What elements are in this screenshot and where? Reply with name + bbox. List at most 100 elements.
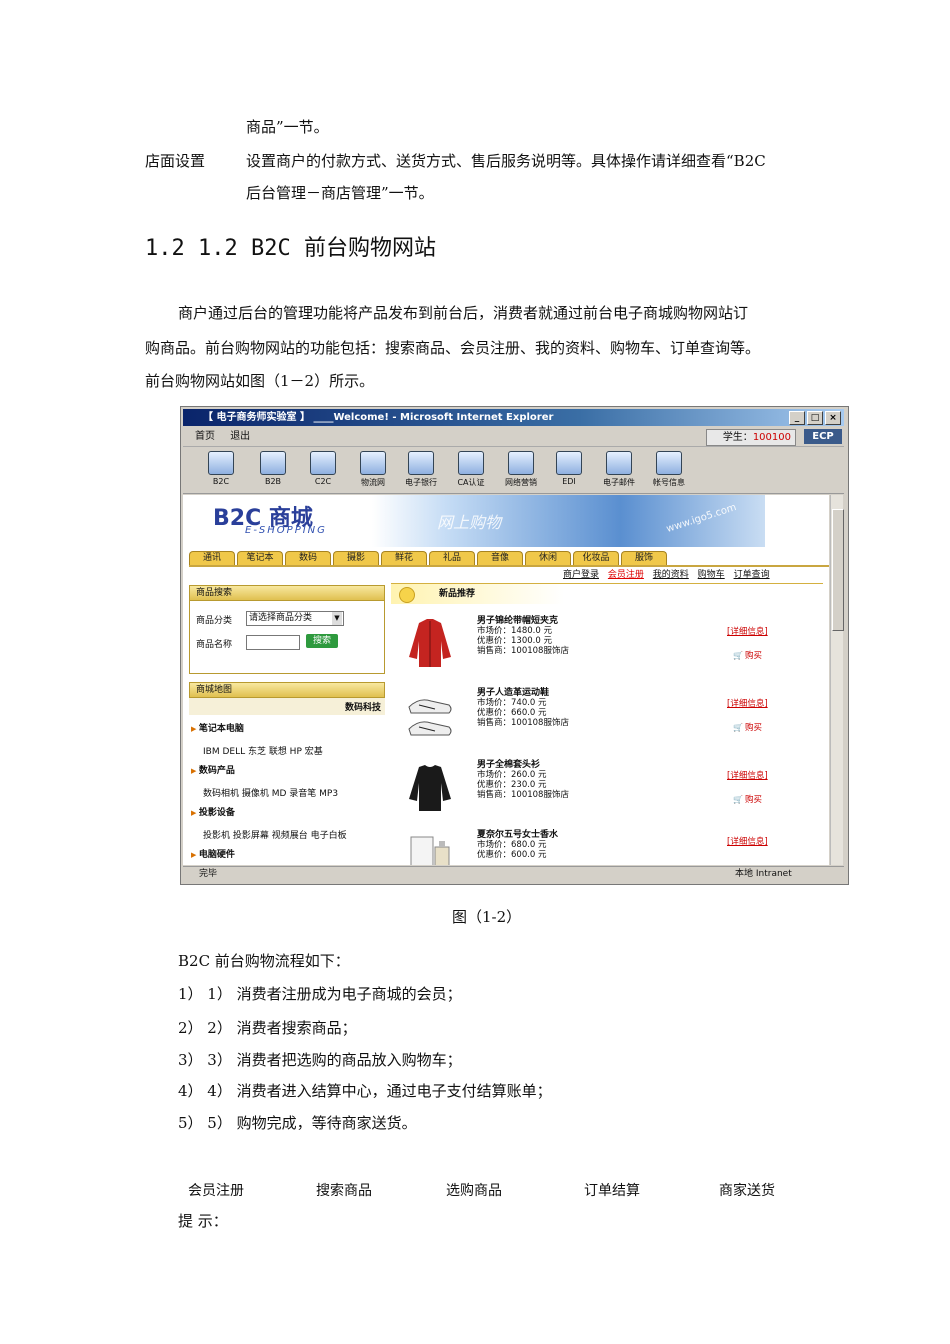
paragraph-line: 购商品。前台购物网站的功能包括：搜索商品、会员注册、我的资料、购物车、订单查询等… [145,339,761,357]
tool-logistics[interactable]: 物流网 [353,451,393,488]
tool-marketing[interactable]: 网络营销 [501,451,541,488]
minimize-button[interactable]: _ [789,411,805,425]
tab-category[interactable]: 摄影 [333,551,379,565]
flow-step: 订单结算 [584,1183,640,1199]
student-id: 100100 [752,432,791,443]
tab-category[interactable]: 数码 [285,551,331,565]
product-seller: 销售商：100108服饰店 [477,646,569,656]
menu-exit[interactable]: 退出 [230,431,250,442]
tab-category[interactable]: 鲜花 [381,551,427,565]
c2c-icon [310,451,336,475]
scroll-thumb[interactable] [832,509,844,631]
menu-home[interactable]: 首页 [195,431,215,442]
detail-link[interactable]: [详细信息] [727,835,768,847]
member-register-link[interactable]: 会员注册 [608,570,644,580]
step-item: 5） 5） 购物完成，等待商家送货。 [178,1114,417,1132]
product-seller: 销售商：100108服饰店 [477,790,569,800]
tool-ebank[interactable]: 电子银行 [401,451,441,488]
network-icon [508,451,534,475]
tool-c2c[interactable]: C2C [303,451,343,486]
tool-ca[interactable]: CA认证 [451,451,491,488]
edi-icon [556,451,582,475]
tool-b2c[interactable]: B2C [201,451,241,486]
map-section-head[interactable]: 投影设备 [191,805,385,818]
product-item: 男子人造革运动鞋 市场价：740.0 元 优惠价：660.0 元 销售商：100… [391,685,823,755]
buy-link[interactable]: 购买 [733,721,762,733]
cart-link[interactable]: 购物车 [698,570,725,580]
b2b-icon [260,451,286,475]
intro-line: 后台管理－商店管理”一节。 [246,184,434,202]
map-section-links[interactable]: 投影机 投影屏幕 视频展台 电子白板 [203,828,385,841]
category-select[interactable]: 请选择商品分类 [246,611,344,626]
flow-step: 选购商品 [446,1183,502,1199]
window-title: 【 电子商务师实验室 】 ____Welcome! - Microsoft In… [203,412,554,423]
tool-account[interactable]: 帐号信息 [649,451,689,488]
flow-title: B2C 前台购物流程如下： [178,952,350,970]
detail-link[interactable]: [详细信息] [727,769,768,781]
detail-link[interactable]: [详细信息] [727,625,768,637]
tool-b2b[interactable]: B2B [253,451,293,486]
search-panel-title: 商品搜索 [189,585,385,601]
map-section-head[interactable]: 数码产品 [191,763,385,776]
vertical-scrollbar[interactable] [830,495,844,865]
paragraph-line: 前台购物网站如图（1－2）所示。 [145,372,375,390]
map-section-head[interactable]: 笔记本电脑 [191,721,385,734]
figure-caption: 图（1-2） [452,908,522,926]
product-item: 夏奈尔五号女士香水 市场价：680.0 元 优惠价：600.0 元 [详细信息] [391,827,823,865]
category-tabs: 通讯 笔记本 数码 摄影 鲜花 礼品 音像 休闲 化妆品 服饰 [189,551,829,567]
tool-email[interactable]: 电子邮件 [599,451,639,488]
map-section-links[interactable]: IBM DELL 东芝 联想 HP 宏基 [203,744,385,757]
banner-slogan: 网上购物 [437,513,502,532]
browser-screenshot-figure: 【 电子商务师实验室 】 ____Welcome! - Microsoft In… [180,406,849,885]
map-section-head[interactable]: 电脑硬件 [191,847,385,860]
student-badge: 学生：100100 [705,429,796,446]
step-item: 4） 4） 消费者进入结算中心，通过电子支付结算账单； [178,1082,552,1100]
intro-line: 商品”一节。 [246,118,329,136]
status-bar: 完毕 本地 Intranet [183,866,844,882]
user-links: 商户登录 会员注册 我的资料 购物车 订单查询 [563,567,776,580]
status-done: 完毕 [199,869,218,879]
intro-label: 店面设置 [145,152,206,170]
buy-link[interactable]: 购买 [733,649,762,661]
order-query-link[interactable]: 订单查询 [734,570,770,580]
product-seller: 销售商：100108服饰店 [477,718,569,728]
mall-map-sub: 数码科技 [189,698,385,715]
maximize-button[interactable]: □ [807,411,823,425]
detail-link[interactable]: [详细信息] [727,697,768,709]
search-panel: 商品分类 请选择商品分类 商品名称 搜索 [189,601,385,674]
product-name-input[interactable] [246,635,300,650]
product-item: 男子锦纶带帽短夹克 市场价：1480.0 元 优惠价：1300.0 元 销售商：… [391,613,823,683]
search-button[interactable]: 搜索 [306,634,338,648]
flow-step: 商家送货 [719,1183,775,1199]
tab-category[interactable]: 礼品 [429,551,475,565]
mall-map-panel: 商城地图 数码科技 笔记本电脑 IBM DELL 东芝 联想 HP 宏基 数码产品… [189,682,385,860]
merchant-login-link[interactable]: 商户登录 [563,570,599,580]
perfume-image [410,836,450,865]
step-item: 3） 3） 消费者把选购的商品放入购物车； [178,1051,462,1069]
sweater-image [409,765,451,811]
product-sale-price: 优惠价：600.0 元 [477,850,547,860]
tab-category[interactable]: 笔记本 [237,551,283,565]
tool-edi[interactable]: EDI [549,451,589,486]
left-column: 商品搜索 商品分类 请选择商品分类 商品名称 搜索 商城地图 数码科技 笔记本电… [189,585,385,865]
tab-category[interactable]: 音像 [477,551,523,565]
paragraph-line: 商户通过后台的管理功能将产品发布到前台后，消费者就通过前台电子商城购物网站订 [178,304,749,322]
help-icon [656,451,682,475]
window-titlebar: 【 电子商务师实验室 】 ____Welcome! - Microsoft In… [183,409,844,426]
category-label: 商品分类 [196,616,233,626]
tab-category[interactable]: 化妆品 [573,551,619,565]
my-profile-link[interactable]: 我的资料 [653,570,689,580]
menu-bar: 首页 退出 学生：100100 ECP [183,428,844,447]
buy-link[interactable]: 购买 [733,793,762,805]
shop-banner: B2C 商城 E-SHOPPING 网上购物 www.igo5.com [187,495,765,547]
tab-category[interactable]: 通讯 [189,551,235,565]
certificate-icon [458,451,484,475]
mall-map-title: 商城地图 [189,682,385,698]
tab-category[interactable]: 休闲 [525,551,571,565]
close-button[interactable]: × [825,411,841,425]
status-zone: 本地 Intranet [735,869,792,879]
tab-category[interactable]: 服饰 [621,551,667,565]
map-section-links[interactable]: 数码相机 摄像机 MD 录音笔 MP3 [203,786,385,799]
jacket-image [409,619,451,667]
flow-step: 会员注册 [188,1183,244,1199]
